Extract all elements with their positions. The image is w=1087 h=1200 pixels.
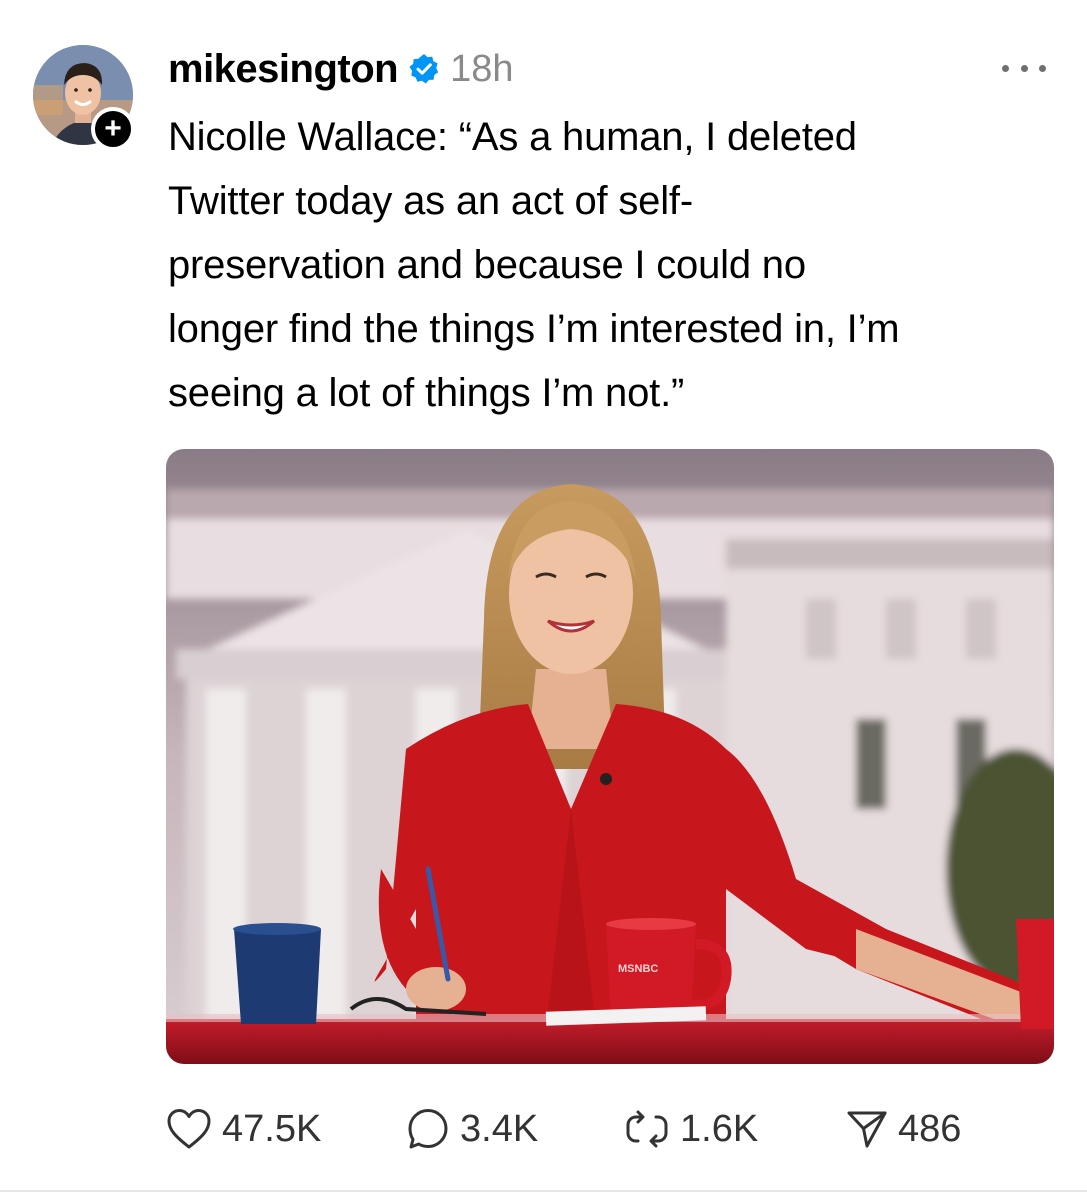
author-avatar-container[interactable]: + [33, 45, 135, 151]
mug-logo-text: MSNBC [618, 963, 658, 975]
post-actions-bar: 47.5K 3.4K 1.6K 486 [166, 1104, 1046, 1154]
more-dots-icon[interactable] [1002, 56, 1046, 80]
plus-icon: + [104, 112, 122, 145]
verified-badge-icon [408, 53, 440, 85]
share-button[interactable]: 486 [846, 1104, 961, 1154]
post-image[interactable]: MSNBC [166, 449, 1054, 1064]
heart-icon [166, 1108, 212, 1150]
send-icon [846, 1108, 888, 1150]
post-divider [0, 1190, 1087, 1192]
post-timestamp: 18h [450, 47, 514, 90]
like-count: 47.5K [222, 1107, 322, 1150]
post-header: mikesington 18h [168, 44, 514, 94]
comment-icon [406, 1107, 450, 1151]
repost-button[interactable]: 1.6K [624, 1104, 758, 1154]
like-button[interactable]: 47.5K [166, 1104, 321, 1154]
share-count: 486 [898, 1107, 962, 1150]
repost-icon [624, 1109, 670, 1149]
author-username[interactable]: mikesington [168, 47, 399, 92]
reply-count: 3.4K [460, 1107, 539, 1150]
threads-post: + mikesington 18h Nicolle Wallace: “As a… [0, 0, 1087, 1200]
post-text: Nicolle Wallace: “As a human, I deleted … [168, 115, 900, 415]
reply-button[interactable]: 3.4K [406, 1104, 538, 1154]
follow-button[interactable]: + [91, 107, 135, 151]
repost-count: 1.6K [680, 1107, 759, 1150]
